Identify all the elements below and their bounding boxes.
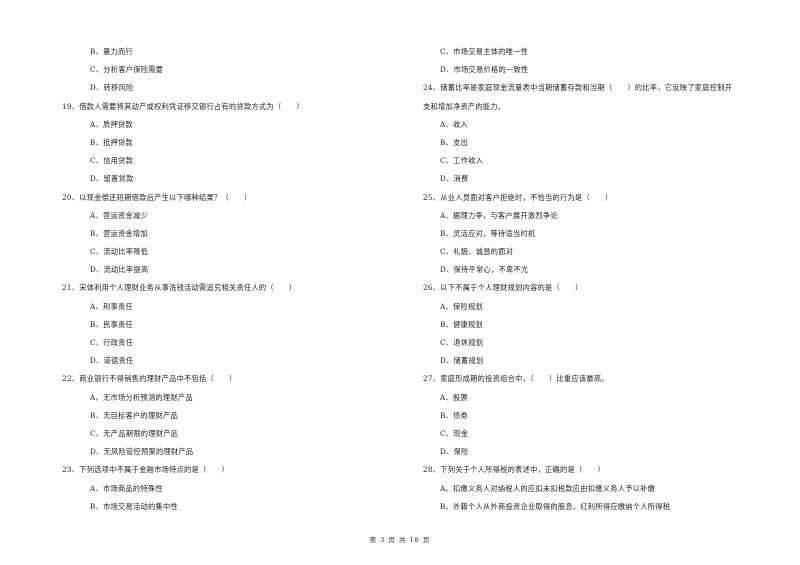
question-stem: 28、下列关于个人所得税的表述中，正确的是（ ） [423, 465, 605, 475]
question-stem: 22、商业银行不得销售的理财产品中不包括（ ） [62, 374, 237, 384]
answer-option: D、储蓄规划 [440, 356, 484, 366]
answer-option: C、现金 [440, 428, 469, 438]
answer-option: A、刑事责任 [90, 301, 133, 311]
answer-option: D、保持平常心，不卑不亢 [440, 265, 529, 275]
answer-option: C、信用贷款 [90, 156, 134, 166]
answer-option: A、股票 [440, 392, 468, 402]
answer-option: C、工作收入 [440, 156, 484, 166]
answer-option: B、民事责任 [90, 319, 134, 329]
left-column: B、量力而行 C、分析客户保险需要 D、转移风险 19、借款人需要将其动产或权利凭证移… [62, 43, 412, 516]
question-stem: 26、以下不属于个人理财规划内容的是（ ） [423, 283, 583, 293]
answer-option: C、分析客户保险需要 [90, 65, 164, 75]
answer-option: A、收入 [440, 119, 468, 129]
question-stem: 19、借款人需要将其动产或权利凭证移交银行占有的贷款方式为（ ） [62, 101, 304, 111]
answer-option: D、市场交易价格的一致性 [440, 65, 529, 75]
answer-option: B、量力而行 [90, 47, 134, 56]
answer-option: C、流动比率降低 [90, 247, 149, 257]
answer-option: B、外籍个人从外商投资企业取得的股息、红利所得应缴纳个人所得税 [440, 501, 671, 511]
answer-option: C、市场交易主体的唯一性 [440, 47, 529, 56]
answer-option: A、扣缴义务人对纳税人的应扣未扣税款应由扣缴义务人予以补缴 [440, 483, 656, 493]
question-stem: 27、家庭形成期的投资组合中，（ ）比重应该最高。 [423, 374, 609, 384]
answer-option: C、无产品期限的理财产品 [90, 428, 179, 438]
answer-option: D、保险 [440, 447, 469, 457]
page-number: 第 3 页 共 18 页 [369, 536, 431, 544]
answer-option: D、无风险管控预案的理财产品 [90, 447, 194, 457]
answer-option: B、支出 [440, 137, 469, 147]
answer-option: A、无市场分析预测的理财产品 [90, 392, 193, 402]
question-stem: 24、储蓄比率是家庭现金流量表中当期储蓄存款和当期（ ）的比率，它反映了家庭控制… [423, 83, 733, 93]
answer-option: C、礼貌、诚恳的面对 [440, 247, 514, 257]
answer-option: A、营运资金减少 [90, 210, 148, 220]
answer-option: B、无目标客户的理财产品 [90, 410, 178, 420]
right-column: C、市场交易主体的唯一性 D、市场交易价格的一致性 24、储蓄比率是家庭现金流量表中… [423, 43, 793, 516]
question-stem-continuation: 支和增加净资产的能力。 [423, 101, 506, 111]
answer-option: B、灵活应对，等待适当时机 [440, 228, 536, 238]
question-stem: 20、以现金偿还短期借款后产生以下哪种结果？（ ） [62, 192, 252, 202]
answer-option: B、债券 [440, 410, 469, 420]
answer-option: B、市场交易活动的集中性 [90, 501, 178, 511]
answer-option: D、流动比率提高 [90, 265, 149, 275]
answer-option: D、消费 [440, 174, 469, 184]
question-stem: 23、下列选项中不属于金融市场特点的是（ ） [62, 465, 229, 475]
answer-option: A、保险规划 [440, 301, 483, 311]
question-stem: 21、宋体利用个人理财业务从事洗钱活动需追究相关责任人的（ ） [62, 283, 297, 293]
answer-option: C、行政责任 [90, 338, 134, 347]
question-stem: 25、从业人员面对客户拒绝时，不恰当的行为是（ ） [423, 192, 613, 202]
answer-option: A、据理力争，与客户展开激烈争论 [440, 210, 558, 220]
answer-option: C、退休规划 [440, 338, 484, 347]
answer-option: B、抵押贷款 [90, 137, 134, 147]
answer-option: D、转移风险 [90, 83, 134, 93]
answer-option: D、留置贷款 [90, 174, 134, 184]
answer-option: B、营运资金增加 [90, 228, 148, 238]
answer-option: A、质押贷款 [90, 119, 133, 129]
answer-option: B、健康规划 [440, 319, 484, 329]
answer-option: A、市场商品的特殊性 [90, 483, 163, 493]
answer-option: D、道德责任 [90, 356, 134, 366]
